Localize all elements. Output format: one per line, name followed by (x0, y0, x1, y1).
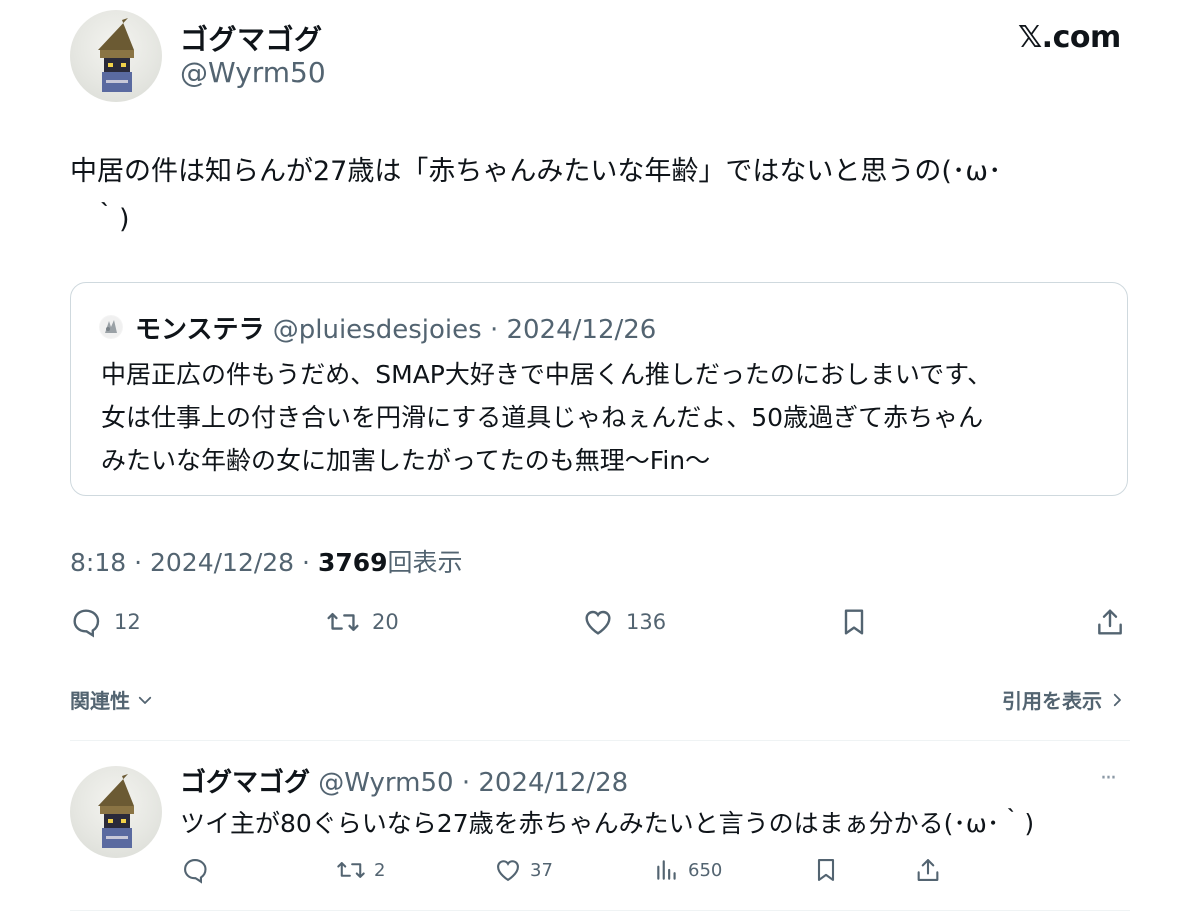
tweet-time[interactable]: 8:18 (70, 548, 126, 577)
reply-count: 12 (114, 610, 141, 634)
meta-separator: · (134, 548, 143, 577)
retweet-button[interactable]: 20 (326, 606, 399, 638)
retweet-icon (337, 862, 365, 878)
tweet-date[interactable]: 2024/12/28 (150, 548, 294, 577)
more-options-button[interactable]: ··· (1100, 766, 1117, 791)
share-button[interactable] (1094, 606, 1126, 638)
meta-separator: · (302, 548, 310, 577)
like-count: 136 (626, 610, 667, 634)
quote-text-line-1: 中居正広の件もうだめ、SMAP大好きで中居くん推しだったのにおしまいです、 (101, 360, 993, 389)
quote-date[interactable]: 2024/12/26 (506, 315, 656, 345)
black-mage-avatar-icon (98, 18, 134, 92)
quote-author-name[interactable]: モンステラ (135, 315, 264, 345)
quote-text-line-3: みたいな年齢の女に加害したがってたのも無理〜Fin〜 (101, 446, 711, 475)
reply-header: ゴグマゴグ @Wyrm50 · 2024/12/28 (180, 762, 628, 799)
view-count: 3769 (317, 548, 388, 577)
reply-share-button[interactable] (914, 856, 942, 884)
chevron-right-icon (1113, 693, 1121, 706)
reply-icon (73, 609, 100, 638)
like-button[interactable]: 136 (582, 606, 666, 638)
reply-text: ツイ主が80ぐらいなら27歳を赤ちゃんみたいと言うのはまぁ分かる(･ω･｀) (180, 809, 1035, 838)
author-display-name[interactable]: ゴグマゴグ (180, 18, 323, 58)
monstera-avatar-icon (100, 316, 122, 338)
bottom-divider (70, 910, 1130, 911)
reply-like-count: 37 (530, 859, 553, 881)
black-mage-avatar-icon (98, 774, 134, 848)
x-logo[interactable]: 𝕏.com (1018, 20, 1121, 55)
reply-dot-separator: · (461, 768, 471, 798)
quote-header: モンステラ @pluiesdesjoies · 2024/12/26 (135, 309, 656, 346)
reply-retweet-count: 2 (374, 859, 386, 881)
author-handle[interactable]: @Wyrm50 (180, 56, 326, 89)
quote-avatar[interactable] (99, 315, 123, 339)
tweet-meta: 8:18 · 2024/12/28 · 3769回表示 (70, 543, 463, 579)
quote-text-line-2: 女は仕事上の付き合いを円滑にする道具じゃねぇんだよ、50歳過ぎて赤ちゃん (101, 403, 984, 432)
reply-author-avatar[interactable] (70, 766, 162, 858)
quote-dot-separator: · (489, 315, 499, 345)
reply-date[interactable]: 2024/12/28 (478, 768, 628, 798)
reply-author-name[interactable]: ゴグマゴグ (180, 768, 310, 798)
view-quotes-label: 引用を表示 (1002, 689, 1102, 713)
tweet-text: 中居の件は知らんが27歳は「赤ちゃんみたいな年齢」ではないと思うの(･ω･ ｀) (70, 148, 1150, 244)
quoted-tweet-card[interactable]: モンステラ @pluiesdesjoies · 2024/12/26 中居正広の… (70, 282, 1128, 496)
view-count-label: 回表示 (387, 548, 463, 577)
share-icon (917, 859, 939, 881)
share-icon (1098, 609, 1122, 635)
quote-text: 中居正広の件もうだめ、SMAP大好きで中居くん推しだったのにおしまいです、 女は… (101, 353, 1111, 482)
reply-bookmark-button[interactable] (812, 856, 840, 884)
bookmark-icon (817, 859, 835, 881)
reply-icon (184, 859, 207, 884)
reply-retweet-button[interactable]: 2 (336, 856, 385, 884)
reply-like-button[interactable]: 37 (494, 856, 553, 884)
bookmark-button[interactable] (838, 606, 870, 638)
heart-icon (585, 610, 611, 635)
bookmark-icon (844, 609, 864, 635)
view-quotes-link[interactable]: 引用を表示 (1002, 685, 1126, 714)
relevance-label: 関連性 (70, 689, 130, 713)
analytics-bar-icon (657, 860, 676, 880)
relevance-dropdown[interactable]: 関連性 (70, 685, 154, 714)
quote-author-handle[interactable]: @pluiesdesjoies (273, 315, 482, 345)
reply-views-button[interactable]: 650 (654, 856, 722, 884)
tweet-text-line-2: ｀) (92, 204, 130, 235)
reply-view-count: 650 (688, 859, 723, 881)
reply-reply-button[interactable] (181, 856, 209, 884)
retweet-count: 20 (372, 610, 399, 634)
reply-button[interactable]: 12 (70, 606, 141, 638)
author-avatar[interactable] (70, 10, 162, 102)
tweet-text-line-1: 中居の件は知らんが27歳は「赤ちゃんみたいな年齢」ではないと思うの(･ω･ (70, 156, 1002, 187)
heart-icon (497, 860, 519, 882)
divider (70, 740, 1130, 741)
retweet-icon (327, 612, 359, 632)
chevron-down-icon (138, 696, 152, 704)
reply-author-handle[interactable]: @Wyrm50 (318, 768, 453, 798)
